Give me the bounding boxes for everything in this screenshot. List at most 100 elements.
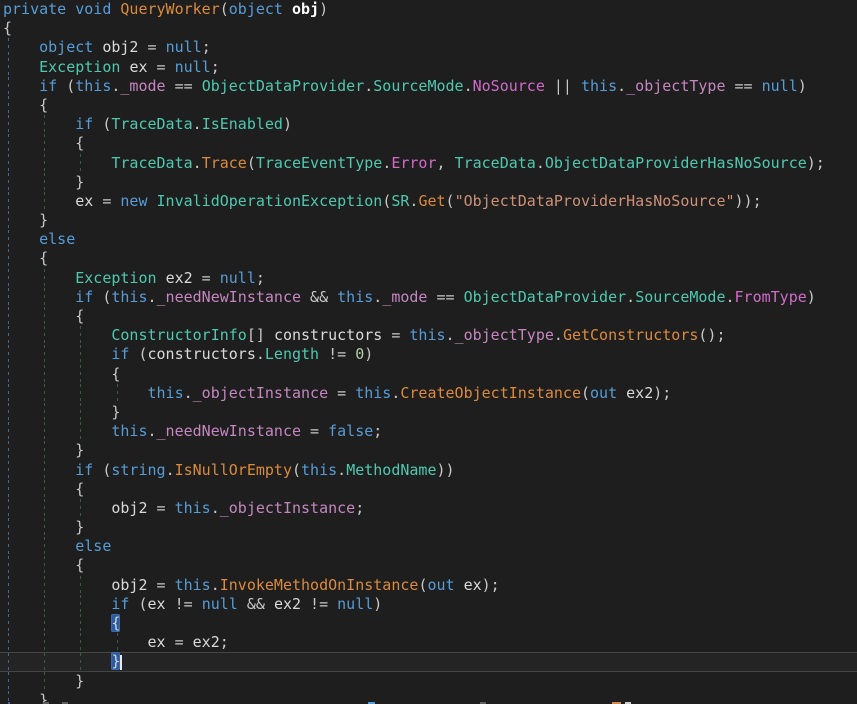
code-line[interactable]: } — [0, 403, 857, 422]
code-line[interactable]: } — [0, 173, 857, 192]
code-token-pl: )) — [437, 461, 455, 479]
code-line[interactable]: Exception ex = null; — [0, 58, 857, 77]
code-text: } — [0, 403, 857, 422]
code-line[interactable]: { — [0, 556, 857, 575]
code-token-pl — [3, 288, 75, 306]
code-text: } — [0, 441, 857, 460]
code-token-pl: ( — [446, 192, 455, 210]
code-token-pl: } — [3, 672, 84, 690]
code-editor[interactable]: private void QueryWorker(object obj){ ob… — [0, 0, 857, 704]
code-token-pl: && — [301, 288, 337, 306]
code-token-kw: if — [75, 461, 93, 479]
code-token-pl: . — [536, 154, 545, 172]
code-token-pl — [3, 633, 148, 651]
code-token-pl: ( — [382, 192, 391, 210]
code-token-pl: == — [166, 77, 202, 95]
code-line[interactable]: { — [0, 307, 857, 326]
code-line[interactable]: if (constructors.Length != 0) — [0, 345, 857, 364]
code-line[interactable]: if (this._mode == ObjectDataProvider.Sou… — [0, 77, 857, 96]
code-line[interactable]: if (TraceData.IsEnabled) — [0, 115, 857, 134]
code-token-pl: = — [382, 326, 409, 344]
code-token-lo: ex — [129, 58, 147, 76]
code-token-mb: ObjectDataProviderHasNoSource — [545, 154, 807, 172]
code-token-bh: { — [111, 614, 120, 632]
code-line[interactable]: obj2 = this._objectInstance; — [0, 499, 857, 518]
code-token-pl — [3, 461, 75, 479]
code-line[interactable]: ex = ex2; — [0, 633, 857, 652]
code-line[interactable]: { — [0, 19, 857, 38]
code-token-kw: this — [301, 461, 337, 479]
code-token-en: FromType — [735, 288, 807, 306]
code-text: ex = new InvalidOperationException(SR.Ge… — [0, 192, 857, 211]
code-line[interactable]: ex = new InvalidOperationException(SR.Ge… — [0, 192, 857, 211]
code-text: { — [0, 480, 857, 499]
code-token-pl — [455, 576, 464, 594]
code-line[interactable]: this._needNewInstance = false; — [0, 422, 857, 441]
code-token-pl: == — [726, 77, 762, 95]
code-line[interactable]: ConstructorInfo[] constructors = this._o… — [0, 326, 857, 345]
code-token-pl: { — [3, 556, 84, 574]
code-token-pl: == — [427, 288, 463, 306]
code-line[interactable]: if (this._needNewInstance && this._mode … — [0, 288, 857, 307]
code-line[interactable]: obj2 = this.InvokeMethodOnInstance(out e… — [0, 576, 857, 595]
code-line[interactable]: { — [0, 134, 857, 153]
code-token-pl: )); — [735, 192, 762, 210]
code-token-pl: = — [93, 192, 120, 210]
code-text: { — [0, 365, 857, 384]
code-line[interactable]: { — [0, 96, 857, 115]
code-token-pl: . — [166, 461, 175, 479]
code-token-kw: if — [111, 345, 129, 363]
code-token-pl: , — [437, 154, 455, 172]
code-line[interactable]: Exception ex2 = null; — [0, 269, 857, 288]
code-line[interactable]: { — [0, 249, 857, 268]
code-line[interactable]: else — [0, 230, 857, 249]
code-token-pl: . — [211, 576, 220, 594]
code-token-pl: . — [617, 77, 626, 95]
code-token-pl: = — [166, 633, 193, 651]
code-text: Exception ex = null; — [0, 58, 857, 77]
code-text: if (this._mode == ObjectDataProvider.Sou… — [0, 77, 857, 96]
code-token-pl: = — [148, 58, 175, 76]
code-token-pl: { — [3, 134, 84, 152]
code-token-pl — [3, 230, 39, 248]
code-token-kw: if — [39, 77, 57, 95]
code-line[interactable]: private void QueryWorker(object obj) — [0, 0, 857, 19]
code-line[interactable]: this._objectInstance = this.CreateObject… — [0, 384, 857, 403]
code-text: } — [0, 211, 857, 230]
code-line[interactable]: TraceData.Trace(TraceEventType.Error, Tr… — [0, 154, 857, 173]
code-token-me: Trace — [202, 154, 247, 172]
code-token-pl: ) — [283, 115, 292, 133]
code-token-lo: obj2 — [102, 38, 138, 56]
code-line[interactable]: } — [0, 211, 857, 230]
code-token-kw: this — [175, 576, 211, 594]
code-line[interactable]: if (ex != null && ex2 != null) — [0, 595, 857, 614]
code-token-pl: ( — [93, 288, 111, 306]
code-token-ty: TraceData — [455, 154, 536, 172]
code-token-lo: ex2 — [166, 269, 193, 287]
code-line[interactable]: } — [0, 691, 857, 704]
code-line[interactable]: } — [0, 441, 857, 460]
code-token-pl: && — [238, 595, 274, 613]
code-line-current[interactable]: } — [0, 652, 857, 671]
code-text: obj2 = this.InvokeMethodOnInstance(out e… — [0, 576, 857, 595]
code-token-kw: out — [427, 576, 454, 594]
code-line[interactable]: { — [0, 614, 857, 633]
code-line[interactable]: } — [0, 672, 857, 691]
code-token-lo: ex2 — [626, 384, 653, 402]
code-token-pl: { — [3, 19, 12, 37]
code-line[interactable]: } — [0, 518, 857, 537]
code-token-pl — [3, 115, 75, 133]
code-token-pl — [617, 384, 626, 402]
code-token-pl: ( — [57, 77, 75, 95]
code-line[interactable]: object obj2 = null; — [0, 38, 857, 57]
code-line[interactable]: { — [0, 365, 857, 384]
code-line[interactable]: else — [0, 537, 857, 556]
code-token-pl: } — [3, 518, 84, 536]
code-text: { — [0, 19, 857, 38]
code-token-ty: SourceMode — [635, 288, 725, 306]
code-line[interactable]: if (string.IsNullOrEmpty(this.MethodName… — [0, 461, 857, 480]
code-token-pl: ); — [482, 576, 500, 594]
code-token-fl: _needNewInstance — [157, 422, 302, 440]
code-line[interactable]: { — [0, 480, 857, 499]
code-token-pl — [3, 58, 39, 76]
